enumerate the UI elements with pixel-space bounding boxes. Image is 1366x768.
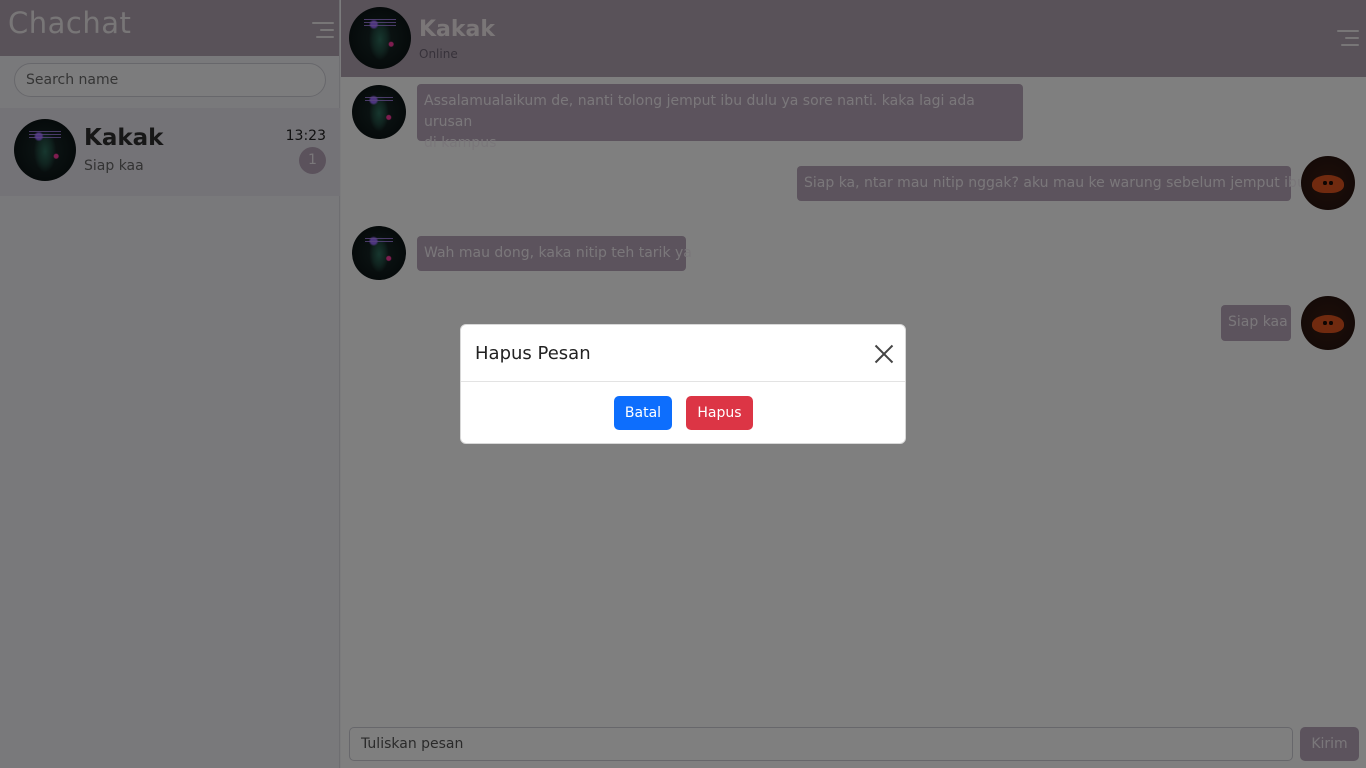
modal-title: Hapus Pesan (475, 343, 591, 364)
delete-button[interactable]: Hapus (686, 396, 753, 430)
modal-header: Hapus Pesan (461, 325, 905, 382)
cancel-button[interactable]: Batal (614, 396, 672, 430)
delete-message-modal: Hapus Pesan Batal Hapus (460, 324, 906, 444)
close-icon[interactable] (874, 344, 894, 364)
